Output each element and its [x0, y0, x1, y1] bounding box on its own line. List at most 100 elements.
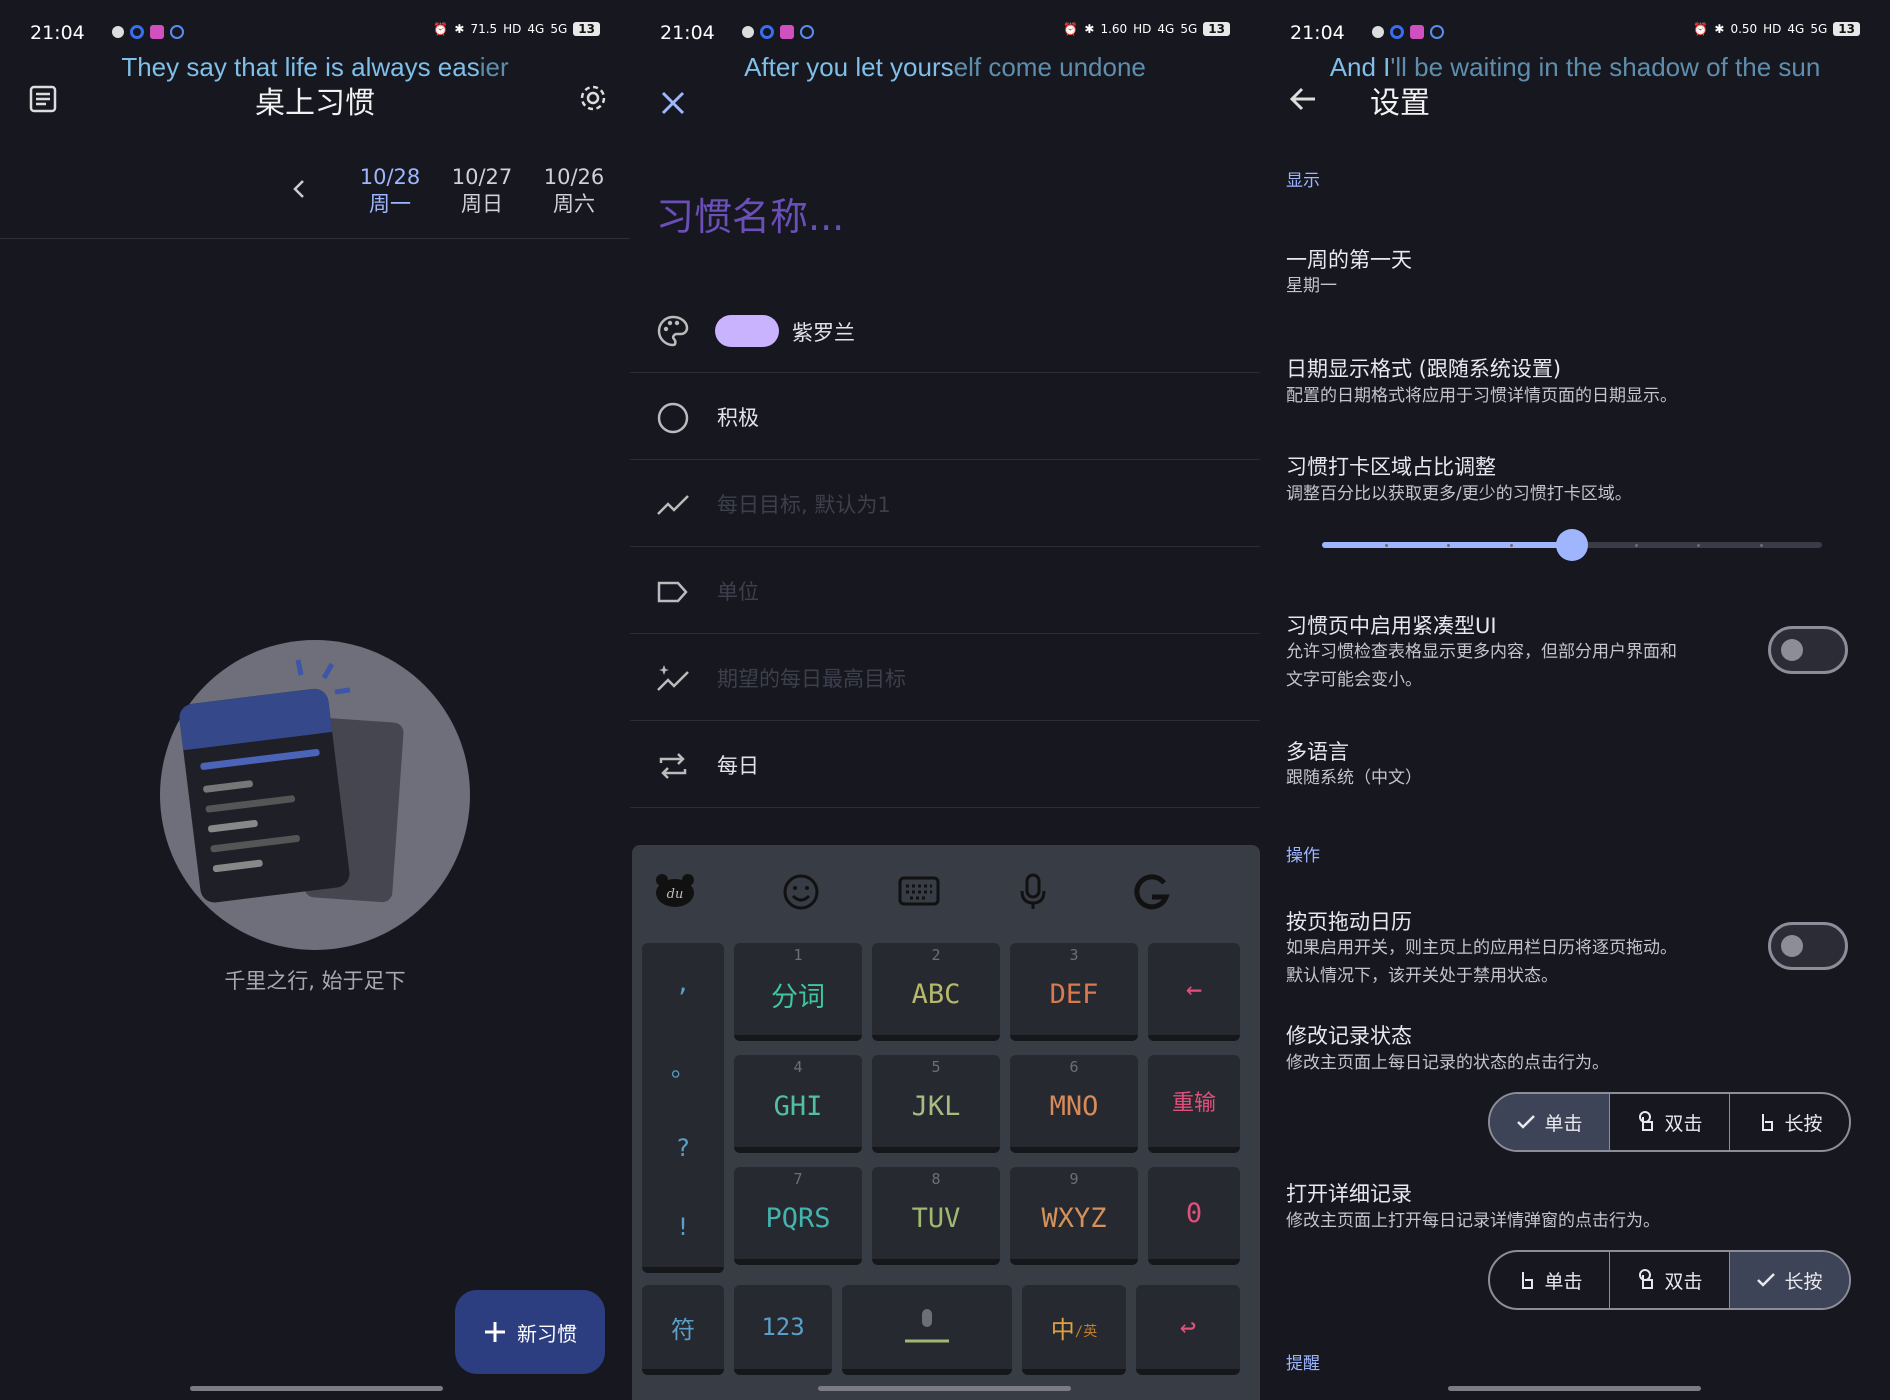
key-5[interactable]: 5 JKL — [872, 1055, 1000, 1153]
microphone-icon[interactable] — [1018, 873, 1048, 911]
date-column[interactable]: 10/26 周六 — [534, 164, 614, 218]
numbers-key[interactable]: 123 — [734, 1285, 832, 1375]
punct-key[interactable]: ? — [676, 1134, 690, 1162]
tag-icon — [656, 575, 690, 609]
page-drag-toggle[interactable] — [1768, 922, 1848, 970]
date-column[interactable]: 10/27 周日 — [442, 164, 522, 218]
daily-goal-row[interactable]: 每日目标, 默认为1 — [630, 461, 1260, 547]
key-3[interactable]: 3 DEF — [1010, 943, 1138, 1041]
key-7[interactable]: 7 PQRS — [734, 1167, 862, 1265]
network-speed: 0.50 — [1730, 22, 1758, 36]
bluetooth-icon: ✱ — [1714, 22, 1725, 36]
language-switch-key[interactable]: 中/英 — [1022, 1285, 1126, 1375]
retype-key[interactable]: 重输 — [1148, 1055, 1240, 1153]
setting-description: 修改主页面上每日记录的状态的点击行为。 — [1286, 1053, 1609, 1073]
space-key[interactable] — [842, 1285, 1012, 1375]
option-label: 长按 — [1784, 1112, 1823, 1135]
key-4[interactable]: 4 GHI — [734, 1055, 862, 1153]
g-swirl-icon[interactable] — [1132, 873, 1170, 911]
section-reminder: 提醒 — [1286, 1354, 1320, 1374]
frequency-row[interactable]: 每日 — [630, 722, 1260, 808]
long-press-icon — [1756, 1110, 1776, 1134]
gear-icon[interactable] — [577, 82, 609, 114]
key-8[interactable]: 8 TUV — [872, 1167, 1000, 1265]
key-9[interactable]: 9 WXYZ — [1010, 1167, 1138, 1265]
setting-description: 调整百分比以获取更多/更少的习惯打卡区域。 — [1286, 484, 1632, 504]
punct-key[interactable]: , — [676, 969, 690, 997]
keyboard-icon[interactable] — [898, 875, 940, 907]
key-0[interactable]: 0 — [1148, 1167, 1240, 1265]
setting-title: 多语言 — [1286, 740, 1349, 764]
system-icons: ⏰ ✱ 71.5 HD 4G 5G 13 — [433, 22, 600, 36]
unit-input[interactable]: 单位 — [717, 576, 759, 606]
setting-title: 修改记录状态 — [1286, 1024, 1412, 1048]
key-6[interactable]: 6 MNO — [1010, 1055, 1138, 1153]
max-goal-input[interactable]: 期望的每日最高目标 — [717, 663, 906, 693]
slider-thumb[interactable] — [1556, 529, 1588, 561]
key-label: 符 — [671, 1315, 695, 1344]
option-double-tap[interactable]: 双击 — [1610, 1094, 1730, 1150]
compact-ui-toggle[interactable] — [1768, 626, 1848, 674]
setting-description: 修改主页面上打开每日记录详情弹窗的点击行为。 — [1286, 1211, 1660, 1231]
daily-goal-input[interactable]: 每日目标, 默认为1 — [717, 489, 891, 519]
close-icon[interactable] — [660, 90, 686, 116]
header-divider — [0, 238, 630, 239]
key-number: 1 — [793, 946, 803, 964]
gallery-icon — [1410, 25, 1424, 39]
key-1[interactable]: 1 分词 — [734, 943, 862, 1041]
hd-badge: HD — [503, 22, 522, 36]
option-single-tap[interactable]: 单击 — [1490, 1252, 1610, 1308]
unit-row[interactable]: 单位 — [630, 548, 1260, 634]
option-long-press[interactable]: 长按 — [1730, 1252, 1849, 1308]
setting-value: 星期一 — [1286, 276, 1337, 296]
double-tap-icon — [1636, 1268, 1656, 1292]
lyric-text-dim: 'll be waiting in the shadow of the sun — [1390, 52, 1821, 82]
backspace-key[interactable]: ← — [1148, 943, 1240, 1041]
option-label: 双击 — [1664, 1270, 1703, 1293]
color-swatch[interactable] — [715, 315, 779, 347]
setting-title: 习惯页中启用紧凑型UI — [1286, 614, 1497, 638]
key-label: 123 — [761, 1313, 805, 1341]
status-time: 21:04 — [1290, 22, 1345, 44]
new-habit-screen: 21:04 ⏰ ✱ 1.60 HD 4G 5G 13 After you let yours… — [630, 0, 1260, 1400]
notification-icon — [1390, 25, 1404, 39]
symbols-key[interactable]: 符 — [642, 1285, 724, 1375]
habit-name-input[interactable]: 习惯名称... — [656, 186, 844, 241]
plus-icon — [483, 1320, 507, 1344]
option-double-tap[interactable]: 双击 — [1610, 1252, 1730, 1308]
new-habit-button[interactable]: 新习惯 — [455, 1290, 605, 1374]
key-label: DEF — [1049, 978, 1099, 1010]
option-single-tap[interactable]: 单击 — [1490, 1094, 1610, 1150]
key-label: MNO — [1049, 1090, 1099, 1122]
notification-icons — [112, 25, 184, 39]
max-goal-row[interactable]: 期望的每日最高目标 — [630, 635, 1260, 721]
alarm-icon: ⏰ — [1063, 22, 1079, 36]
enter-key[interactable]: ↩ — [1136, 1285, 1240, 1375]
ratio-slider[interactable] — [1322, 529, 1822, 561]
notification-icon — [1372, 26, 1384, 38]
arrow-left-icon[interactable] — [1288, 84, 1318, 114]
hd-badge: HD — [1133, 22, 1152, 36]
battery-indicator: 13 — [573, 22, 600, 36]
setting-value: 跟随系统（中文） — [1286, 768, 1422, 788]
network-speed: 1.60 — [1100, 22, 1128, 36]
emoji-icon[interactable] — [782, 873, 820, 911]
date-column[interactable]: 10/28 周一 — [350, 164, 430, 218]
alarm-icon: ⏰ — [433, 22, 449, 36]
signal-4g: 4G — [1157, 22, 1175, 36]
key-2[interactable]: 2 ABC — [872, 943, 1000, 1041]
punct-key[interactable]: ! — [676, 1213, 690, 1241]
slider-tick — [1509, 544, 1513, 547]
option-label: 单击 — [1544, 1112, 1583, 1135]
setting-title: 按页拖动日历 — [1286, 910, 1412, 934]
key-number: 5 — [931, 1058, 941, 1076]
slider-tick — [1634, 544, 1638, 547]
chevron-left-icon[interactable] — [290, 178, 308, 200]
punct-key[interactable]: 。 — [671, 1048, 695, 1083]
notes-list-icon[interactable] — [28, 84, 58, 114]
option-long-press[interactable]: 长按 — [1730, 1094, 1849, 1150]
bear-logo-icon[interactable]: du — [654, 873, 696, 907]
habit-type-row[interactable]: 积极 — [630, 374, 1260, 460]
palette-icon — [656, 314, 690, 348]
color-row[interactable]: 紫罗兰 — [630, 287, 1260, 373]
